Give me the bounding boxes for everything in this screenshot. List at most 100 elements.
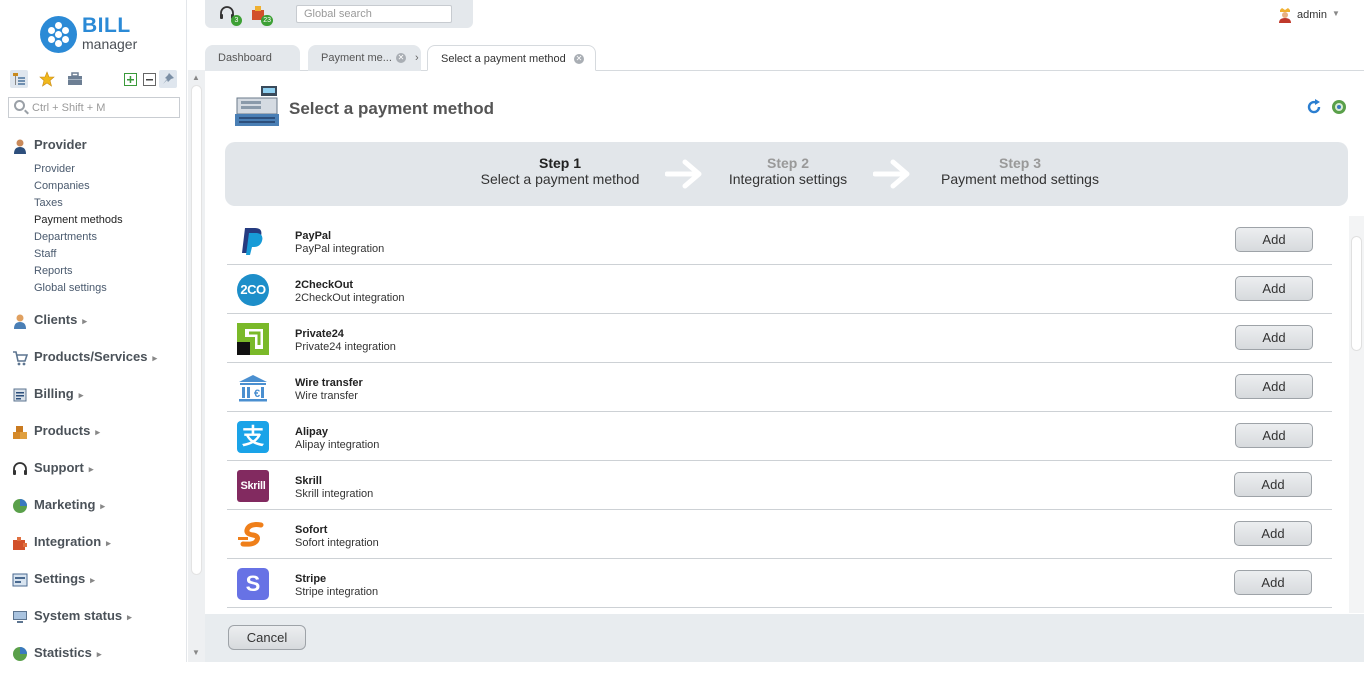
headset-icon: [12, 461, 28, 477]
pin-icon[interactable]: [159, 70, 177, 88]
close-tab-icon[interactable]: ✕: [574, 54, 584, 64]
collapse-all-icon[interactable]: [140, 70, 158, 88]
submenu-item-companies[interactable]: Companies: [34, 178, 187, 195]
scroll-up-icon[interactable]: ▲: [192, 73, 200, 82]
svg-text:€: €: [254, 388, 260, 400]
method-description: Sofort integration: [295, 537, 379, 549]
tab-label: Payment me...: [321, 52, 392, 64]
menu-group-products-services[interactable]: Products/Services ▸: [0, 342, 187, 379]
menu-search[interactable]: [8, 97, 180, 118]
menu-group-statistics[interactable]: Statistics ▸: [0, 638, 187, 675]
cancel-button[interactable]: Cancel: [228, 625, 306, 650]
payment-method-row: 2CO 2CheckOut 2CheckOut integration Add: [227, 265, 1332, 314]
briefcase-icon[interactable]: [66, 70, 84, 88]
tab-label: Select a payment method: [441, 53, 566, 65]
scrollbar-thumb[interactable]: [1351, 236, 1362, 351]
add-skrill-button[interactable]: Add: [1234, 472, 1312, 497]
global-search-input[interactable]: [296, 5, 452, 23]
tab-bar: Dashboard Payment me... ✕ › Select a pay…: [205, 45, 1364, 71]
payment-method-row: PayPal PayPal integration Add: [227, 216, 1332, 265]
sofort-logo-icon: [238, 522, 264, 547]
top-toolbar: 3 23: [205, 0, 473, 28]
support-tickets-button[interactable]: 3: [218, 4, 242, 26]
chevron-right-icon: ▸: [95, 427, 100, 437]
tasks-count-badge: 23: [261, 15, 273, 26]
menu-group-label: Statistics: [34, 645, 92, 660]
method-description: Private24 integration: [295, 341, 396, 353]
main-panel: Select a payment method Step 1 Select a …: [205, 71, 1364, 662]
method-description: Alipay integration: [295, 439, 380, 451]
content-scrollbar[interactable]: [1349, 216, 1364, 613]
support-count-badge: 3: [231, 15, 242, 26]
billmanager-logo[interactable]: BILL manager: [40, 14, 160, 56]
tab-dashboard[interactable]: Dashboard: [205, 45, 300, 71]
method-description: Wire transfer: [295, 390, 358, 402]
chevron-right-icon: ›: [415, 52, 419, 64]
submenu-item-provider[interactable]: Provider: [34, 161, 187, 178]
chevron-right-icon: ▸: [90, 575, 95, 585]
menu-group-billing[interactable]: Billing ▸: [0, 379, 187, 416]
tasks-button[interactable]: 23: [249, 4, 273, 26]
chevron-right-icon: ▸: [78, 390, 84, 400]
add-2checkout-button[interactable]: Add: [1235, 276, 1313, 301]
menu-group-integration[interactable]: Integration ▸: [0, 527, 187, 564]
menu-group-label: Provider: [34, 137, 87, 152]
menu-group-label: Products/Services: [34, 349, 148, 364]
add-stripe-button[interactable]: Add: [1234, 570, 1312, 595]
2checkout-logo-icon: 2CO: [237, 274, 269, 306]
method-description: Stripe integration: [295, 586, 379, 598]
provider-submenu: Provider Companies Taxes Payment methods…: [0, 161, 187, 305]
expand-all-icon[interactable]: [121, 70, 139, 88]
submenu-item-taxes[interactable]: Taxes: [34, 195, 187, 212]
sidebar-scrollbar[interactable]: ▲ ▼: [188, 70, 205, 662]
payment-method-row: 支 Alipay Alipay integration Add: [227, 412, 1332, 461]
add-alipay-button[interactable]: Add: [1235, 423, 1313, 448]
method-name: Wire transfer: [295, 377, 363, 389]
submenu-item-payment-methods[interactable]: Payment methods: [34, 212, 187, 229]
tree-view-icon[interactable]: [10, 70, 28, 88]
logo-mark-icon: [40, 16, 77, 53]
tab-payment-methods[interactable]: Payment me... ✕: [308, 45, 421, 71]
method-name: 2CheckOut: [295, 279, 354, 291]
step-title: Payment method settings: [941, 171, 1099, 187]
submenu-item-global-settings[interactable]: Global settings: [34, 280, 187, 297]
step-1: Step 1 Select a payment method: [479, 155, 641, 187]
menu-group-label: Integration: [34, 534, 102, 549]
menu-group-products[interactable]: Products ▸: [0, 416, 187, 453]
boxes-icon: [12, 424, 28, 440]
chevron-down-icon: ▼: [1332, 9, 1340, 18]
chevron-right-icon: ▸: [100, 501, 105, 511]
menu-group-settings[interactable]: Settings ▸: [0, 564, 187, 601]
method-name: Skrill: [295, 475, 322, 487]
submenu-item-reports[interactable]: Reports: [34, 263, 187, 280]
scroll-down-icon[interactable]: ▼: [192, 648, 200, 657]
submenu-item-staff[interactable]: Staff: [34, 246, 187, 263]
tab-select-payment-method[interactable]: Select a payment method ✕: [427, 45, 596, 71]
add-privat24-button[interactable]: Add: [1235, 325, 1313, 350]
menu-search-input[interactable]: [32, 100, 172, 115]
settings-icon: [12, 572, 28, 588]
step-title: Select a payment method: [480, 171, 640, 187]
favorites-star-icon[interactable]: [38, 70, 56, 88]
scrollbar-thumb[interactable]: [191, 85, 202, 575]
refresh-icon[interactable]: [1306, 99, 1322, 115]
chevron-right-icon: ▸: [82, 316, 87, 326]
add-paypal-button[interactable]: Add: [1235, 227, 1313, 252]
submenu-item-departments[interactable]: Departments: [34, 229, 187, 246]
menu-group-system-status[interactable]: System status ▸: [0, 601, 187, 638]
menu-group-marketing[interactable]: Marketing ▸: [0, 490, 187, 527]
add-sofort-button[interactable]: Add: [1234, 521, 1312, 546]
close-tab-icon[interactable]: ✕: [396, 53, 406, 63]
payment-method-row: Skrill Skrill Skrill integration Add: [227, 461, 1332, 510]
menu-group-label: Settings: [34, 571, 86, 586]
payment-method-row: € Wire transfer Wire transfer Add: [227, 363, 1332, 412]
help-icon[interactable]: [1331, 99, 1347, 115]
add-wire-transfer-button[interactable]: Add: [1235, 374, 1313, 399]
menu-group-clients[interactable]: Clients ▸: [0, 305, 187, 342]
chevron-right-icon: ▸: [152, 353, 157, 363]
menu-group-label: Support: [34, 460, 84, 475]
chevron-right-icon: ▸: [127, 612, 132, 622]
method-name: Private24: [295, 328, 344, 340]
menu-group-support[interactable]: Support ▸: [0, 453, 187, 490]
stripe-logo-icon: S: [237, 568, 269, 600]
